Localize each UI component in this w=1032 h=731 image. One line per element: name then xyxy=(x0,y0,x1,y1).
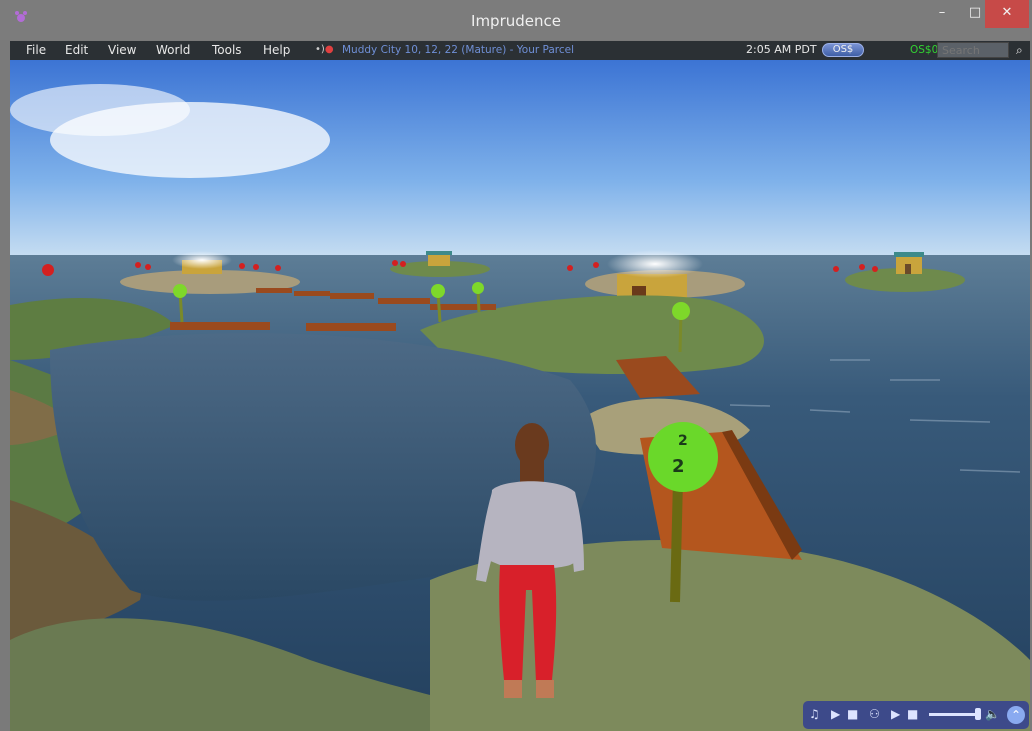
menu-bar: File Edit View World Tools Help •)● Mudd… xyxy=(10,41,1030,60)
house-far-right xyxy=(894,252,924,274)
music-note-icon[interactable]: ♫ xyxy=(809,707,820,723)
expand-up-icon[interactable]: ⌃ xyxy=(1007,706,1025,724)
media-controls: ♫ ▶ ■ ⚇ ▶ ■ 🔈 ⌃ xyxy=(803,701,1029,729)
app-window: Imprudence – □ ✕ File Edit View World To… xyxy=(0,0,1032,731)
volume-slider[interactable] xyxy=(929,713,975,716)
menu-view[interactable]: View xyxy=(108,43,136,57)
window-title: Imprudence xyxy=(471,12,561,30)
media-stop-button[interactable]: ■ xyxy=(907,707,918,723)
balance-text: OS$0 xyxy=(910,44,939,56)
volume-slider-handle[interactable] xyxy=(975,708,981,720)
search-input[interactable] xyxy=(937,42,1009,58)
menu-tools[interactable]: Tools xyxy=(212,43,242,57)
cloud xyxy=(10,84,190,136)
title-bar[interactable]: Imprudence – □ ✕ xyxy=(0,0,1032,40)
speaker-icon[interactable]: 🔈 xyxy=(985,707,1000,723)
house-far-center xyxy=(426,251,452,266)
location-text[interactable]: Muddy City 10, 12, 22 (Mature) - Your Pa… xyxy=(342,44,574,56)
media-play-button[interactable]: ▶ xyxy=(891,707,900,723)
menu-help[interactable]: Help xyxy=(263,43,290,57)
clock-text: 2:05 AM PDT xyxy=(746,43,817,56)
buy-currency-button[interactable]: OS$ xyxy=(822,43,864,57)
menu-file[interactable]: File xyxy=(26,43,46,57)
sign-digit: 2 xyxy=(678,433,688,449)
music-play-button[interactable]: ▶ xyxy=(831,707,840,723)
menu-world[interactable]: World xyxy=(156,43,190,57)
scene-render: 2 2 xyxy=(10,60,1030,731)
avatar-shirt xyxy=(488,481,580,569)
3d-viewport[interactable]: 2 2 xyxy=(10,60,1030,731)
music-stop-button[interactable]: ■ xyxy=(847,707,858,723)
search-icon[interactable]: ⌕ xyxy=(1016,43,1023,58)
menu-edit[interactable]: Edit xyxy=(65,43,88,57)
sign-digit: 2 xyxy=(672,456,685,477)
media-film-icon[interactable]: ⚇ xyxy=(869,707,880,723)
close-button[interactable]: ✕ xyxy=(985,0,1029,28)
voice-status-icon[interactable]: •)● xyxy=(315,44,334,55)
